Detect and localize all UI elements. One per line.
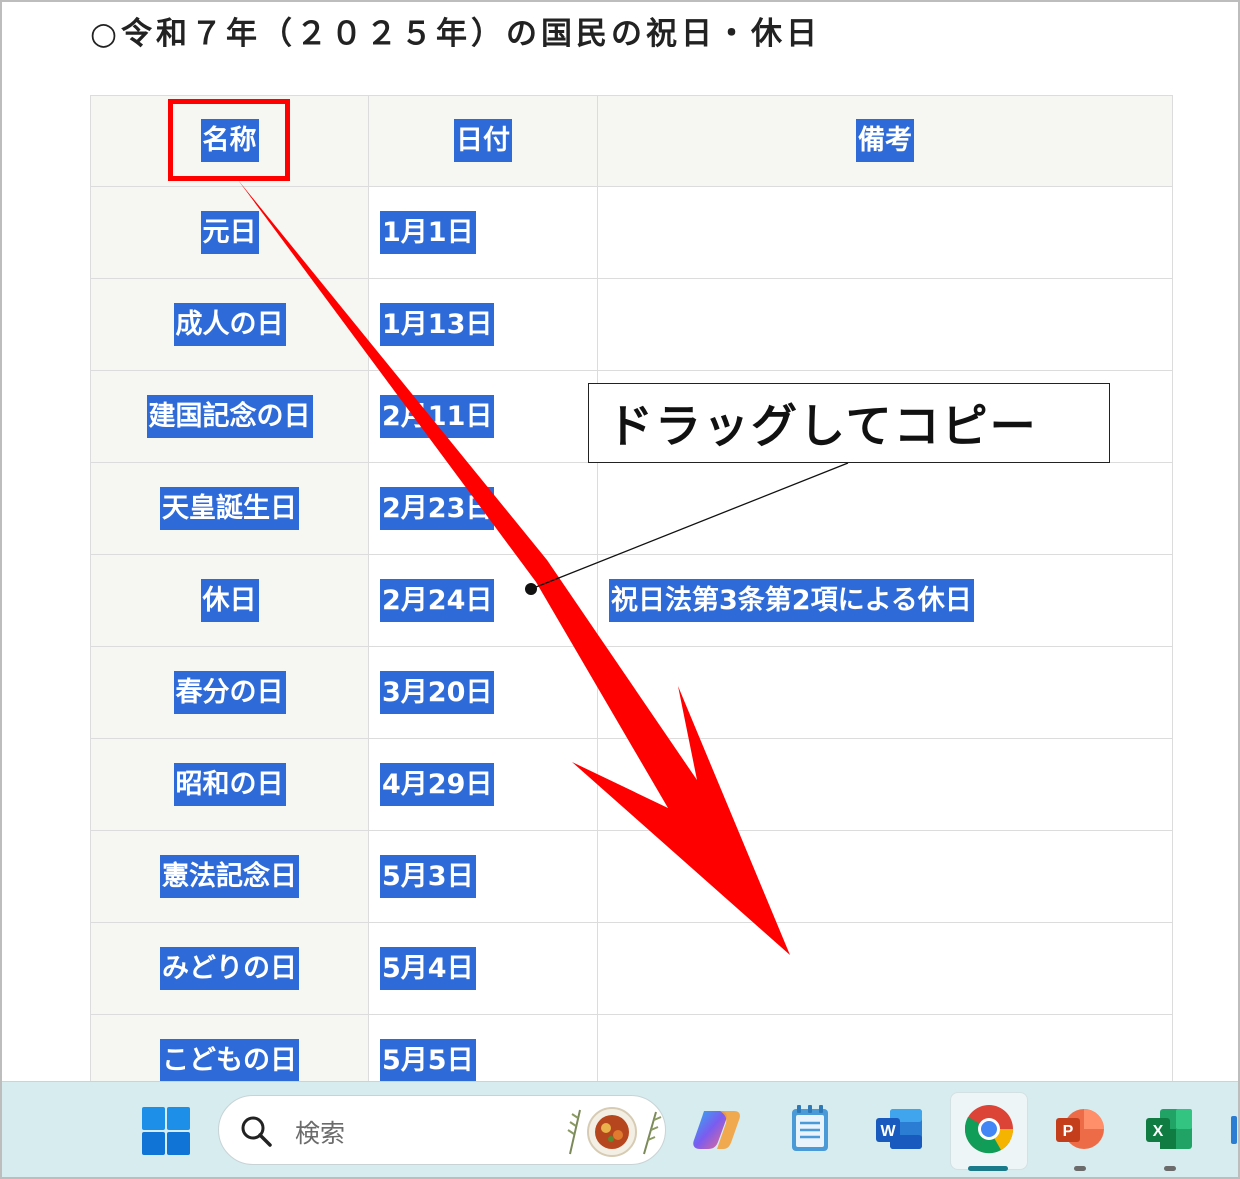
search-icon bbox=[241, 1116, 272, 1147]
excel-icon[interactable]: X bbox=[1142, 1101, 1198, 1157]
holiday-name[interactable]: 昭和の日 bbox=[173, 762, 286, 806]
table-row: みどりの日 5月4日 bbox=[90, 922, 1173, 1015]
note-cell: 祝日法第3条第2項による休日 bbox=[597, 554, 1173, 647]
holiday-date[interactable]: 5月5日 bbox=[380, 1038, 476, 1082]
holiday-table: 名称 日付 備考 元日 1月1日 成人の日 1月13日 建国記念の日 2月11日… bbox=[90, 95, 1173, 1107]
highlight-box bbox=[168, 99, 290, 181]
callout-box: ドラッグしてコピー bbox=[588, 383, 1110, 463]
date-cell: 2月24日 bbox=[368, 554, 598, 647]
name-cell: 昭和の日 bbox=[90, 738, 369, 831]
note-cell bbox=[597, 830, 1173, 923]
header-date-cell: 日付 bbox=[368, 95, 598, 187]
name-cell: みどりの日 bbox=[90, 922, 369, 1015]
holiday-name[interactable]: 天皇誕生日 bbox=[160, 486, 299, 530]
holiday-name[interactable]: 成人の日 bbox=[173, 302, 286, 346]
callout-text: ドラッグしてコピー bbox=[607, 399, 1038, 453]
table-row: 元日 1月1日 bbox=[90, 186, 1173, 279]
holiday-name[interactable]: みどりの日 bbox=[160, 946, 299, 990]
copilot-icon[interactable] bbox=[690, 1101, 746, 1157]
header-note-cell: 備考 bbox=[597, 95, 1173, 187]
windows-logo-icon[interactable] bbox=[141, 1106, 191, 1156]
powerpoint-running-indicator bbox=[1074, 1166, 1086, 1171]
note-cell bbox=[597, 278, 1173, 371]
date-cell: 2月23日 bbox=[368, 462, 598, 555]
svg-text:W: W bbox=[880, 1123, 896, 1140]
holiday-date[interactable]: 2月23日 bbox=[380, 486, 495, 530]
date-cell: 4月29日 bbox=[368, 738, 598, 831]
holiday-name[interactable]: 憲法記念日 bbox=[160, 854, 299, 898]
holiday-date[interactable]: 1月1日 bbox=[380, 210, 476, 254]
name-cell: 春分の日 bbox=[90, 646, 369, 739]
table-row: 憲法記念日 5月3日 bbox=[90, 830, 1173, 923]
note-cell bbox=[597, 922, 1173, 1015]
search-placeholder: 検索 bbox=[295, 1119, 346, 1148]
holiday-date[interactable]: 2月24日 bbox=[380, 578, 495, 622]
table-row: 休日 2月24日 祝日法第3条第2項による休日 bbox=[90, 554, 1173, 647]
page-title: ○令和７年（２０２５年）の国民の祝日・休日 bbox=[90, 16, 822, 52]
table-row: 成人の日 1月13日 bbox=[90, 278, 1173, 371]
holiday-name[interactable]: こどもの日 bbox=[160, 1038, 299, 1082]
name-cell: 天皇誕生日 bbox=[90, 462, 369, 555]
name-cell: 元日 bbox=[90, 186, 369, 279]
table-row: 天皇誕生日 2月23日 bbox=[90, 462, 1173, 555]
notepad-icon[interactable] bbox=[782, 1101, 838, 1157]
svg-text:X: X bbox=[1153, 1123, 1164, 1140]
date-cell: 2月11日 bbox=[368, 370, 598, 463]
holiday-name[interactable]: 元日 bbox=[200, 210, 259, 254]
search-highlight-image-icon bbox=[567, 1107, 662, 1157]
date-cell: 1月13日 bbox=[368, 278, 598, 371]
note-cell bbox=[597, 738, 1173, 831]
header-date[interactable]: 日付 bbox=[454, 119, 512, 162]
table-row: 春分の日 3月20日 bbox=[90, 646, 1173, 739]
date-cell: 3月20日 bbox=[368, 646, 598, 739]
note-cell bbox=[597, 646, 1173, 739]
header-note[interactable]: 備考 bbox=[856, 119, 914, 162]
taskbar: 検索 W P X bbox=[2, 1081, 1238, 1177]
name-cell: 憲法記念日 bbox=[90, 830, 369, 923]
chrome-icon[interactable] bbox=[961, 1101, 1017, 1157]
chrome-active-indicator bbox=[968, 1166, 1008, 1171]
date-cell: 1月1日 bbox=[368, 186, 598, 279]
holiday-date[interactable]: 4月29日 bbox=[380, 762, 495, 806]
name-cell: 休日 bbox=[90, 554, 369, 647]
date-cell: 5月3日 bbox=[368, 830, 598, 923]
excel-running-indicator bbox=[1164, 1166, 1176, 1171]
holiday-date[interactable]: 3月20日 bbox=[380, 670, 495, 714]
note-cell bbox=[597, 186, 1173, 279]
holiday-note[interactable]: 祝日法第3条第2項による休日 bbox=[609, 578, 974, 622]
date-cell: 5月4日 bbox=[368, 922, 598, 1015]
powerpoint-icon[interactable]: P bbox=[1052, 1101, 1108, 1157]
name-cell: 成人の日 bbox=[90, 278, 369, 371]
taskbar-search-box[interactable]: 検索 bbox=[218, 1095, 666, 1165]
holiday-name[interactable]: 休日 bbox=[200, 578, 259, 622]
holiday-date[interactable]: 1月13日 bbox=[380, 302, 495, 346]
note-cell bbox=[597, 462, 1173, 555]
table-row: 昭和の日 4月29日 bbox=[90, 738, 1173, 831]
holiday-date[interactable]: 5月4日 bbox=[380, 946, 476, 990]
holiday-name[interactable]: 建国記念の日 bbox=[146, 394, 313, 438]
holiday-date[interactable]: 2月11日 bbox=[380, 394, 495, 438]
name-cell: 建国記念の日 bbox=[90, 370, 369, 463]
overflow-app-icon[interactable] bbox=[1231, 1116, 1237, 1144]
word-icon[interactable]: W bbox=[872, 1101, 928, 1157]
svg-text:P: P bbox=[1063, 1123, 1074, 1140]
holiday-name[interactable]: 春分の日 bbox=[173, 670, 286, 714]
holiday-date[interactable]: 5月3日 bbox=[380, 854, 476, 898]
